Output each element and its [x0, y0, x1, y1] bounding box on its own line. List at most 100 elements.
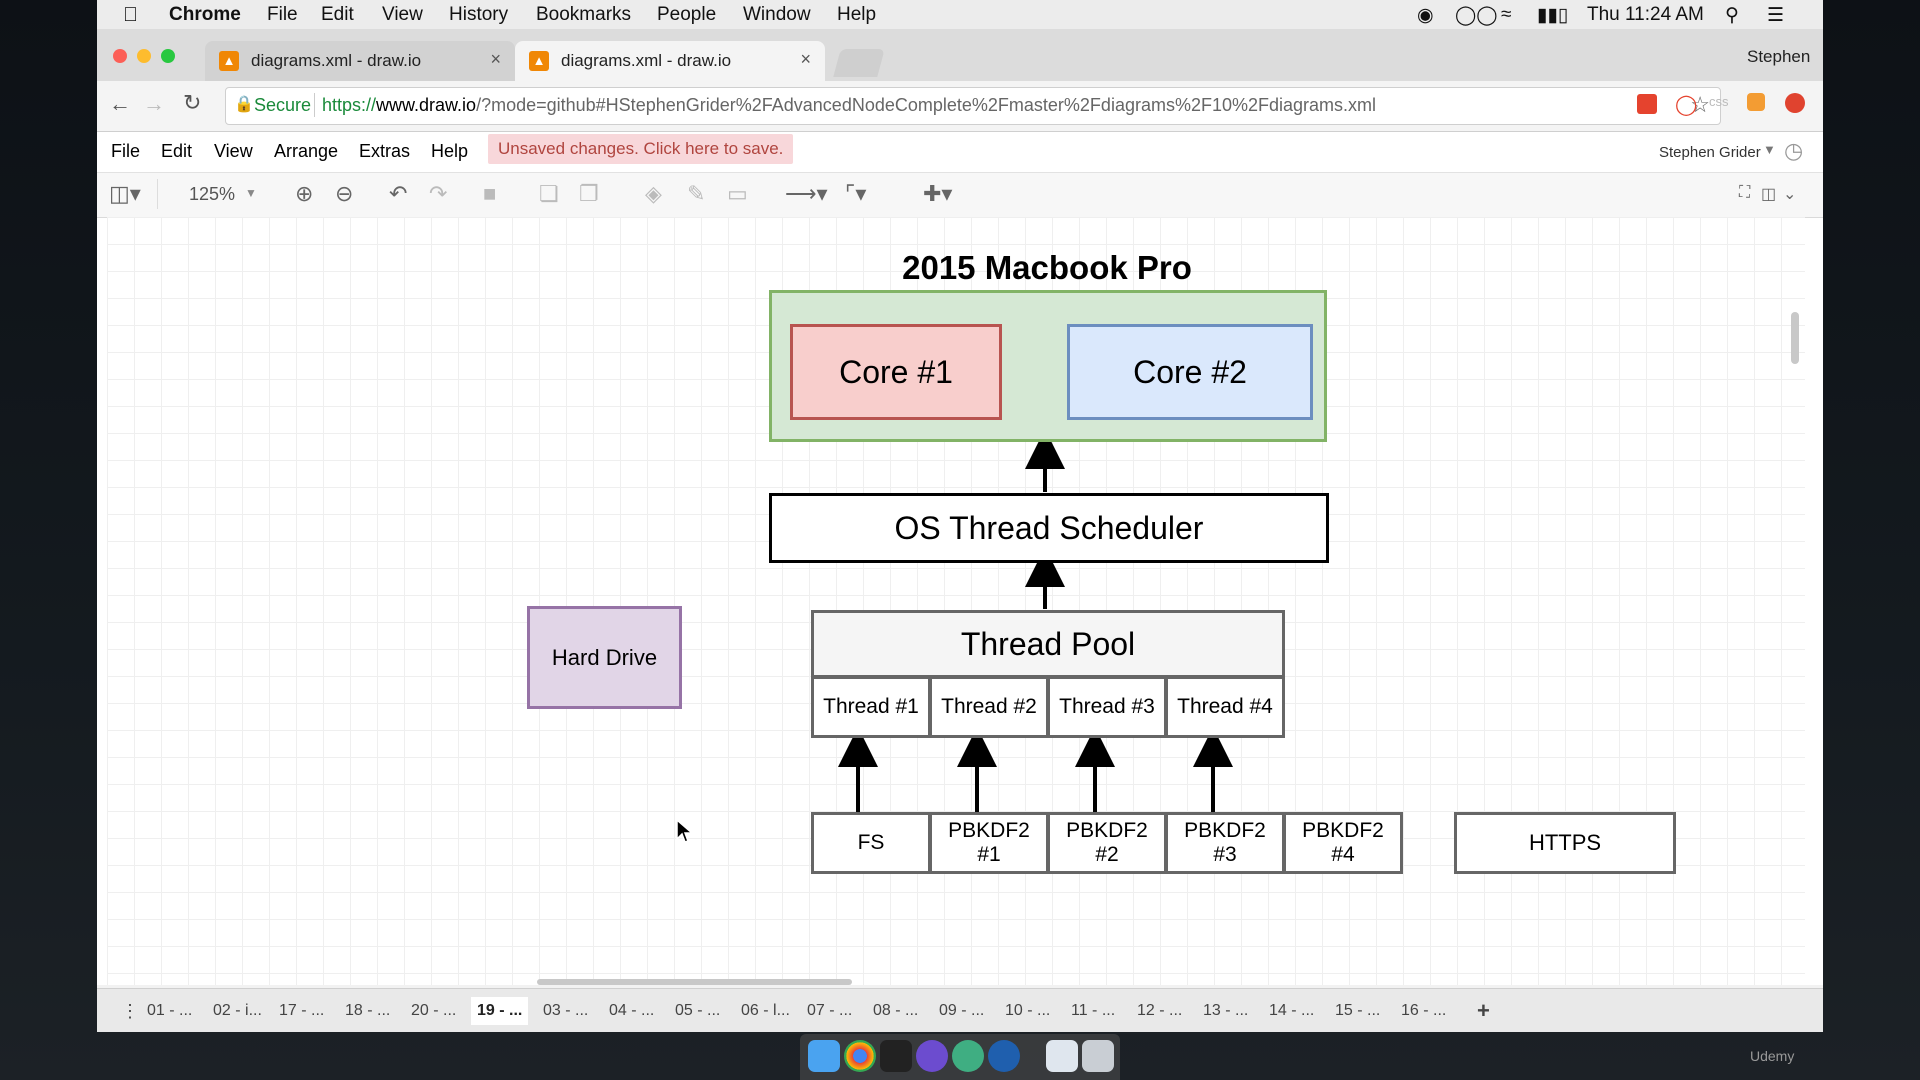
thread-3-box[interactable]: Thread #3 — [1047, 676, 1167, 738]
trash-icon[interactable] — [1082, 1040, 1114, 1072]
page-tab[interactable]: 07 - ... — [801, 997, 858, 1025]
unsaved-changes-button[interactable]: Unsaved changes. Click here to save. — [488, 134, 794, 164]
diagram-canvas[interactable]: 2015 Macbook Pro Core #1 Core #2 OS Thre… — [107, 217, 1805, 985]
page-tab[interactable]: 18 - ... — [339, 997, 396, 1025]
zoom-level[interactable]: 125% — [189, 184, 235, 205]
thread-pool-box[interactable]: Thread Pool — [811, 610, 1285, 678]
menubar-app-name[interactable]: Chrome — [169, 4, 241, 26]
zoom-out-icon[interactable]: ⊖ — [335, 181, 353, 207]
menubar-file[interactable]: File — [267, 4, 298, 26]
window-zoom-button[interactable] — [161, 49, 175, 63]
chrome-icon[interactable] — [844, 1040, 876, 1072]
toggle-format-panel-icon[interactable]: ◫ — [1761, 184, 1776, 204]
drawio-user-name[interactable]: Stephen Grider — [1659, 144, 1761, 161]
drawio-menu-arrange[interactable]: Arrange — [274, 141, 338, 162]
page-tab[interactable]: 10 - ... — [999, 997, 1056, 1025]
hard-drive-box[interactable]: Hard Drive — [527, 606, 682, 709]
connection-style-icon[interactable]: ⟶▾ — [785, 181, 828, 207]
task-pbkdf2-4-box[interactable]: PBKDF2 #4 — [1283, 812, 1403, 874]
zoom-in-icon[interactable]: ⊕ — [295, 181, 313, 207]
format-panel-icon[interactable]: ◫▾ — [109, 181, 141, 207]
extension-red-icon[interactable] — [1785, 93, 1805, 113]
page-tab[interactable]: 08 - ... — [867, 997, 924, 1025]
drawio-menu-help[interactable]: Help — [431, 141, 468, 162]
task-pbkdf2-2-box[interactable]: PBKDF2 #2 — [1047, 812, 1167, 874]
wifi-icon[interactable]: ≈ — [1501, 4, 1511, 26]
documents-folder-icon[interactable] — [1046, 1040, 1078, 1072]
page-tab[interactable]: 06 - l... — [735, 997, 796, 1025]
extension-opera-icon[interactable]: ◯ — [1675, 92, 1697, 117]
delete-icon[interactable]: ■ — [483, 181, 496, 207]
page-tab[interactable]: 13 - ... — [1197, 997, 1254, 1025]
notification-center-icon[interactable]: ☰ — [1767, 4, 1784, 27]
page-tab[interactable]: 05 - ... — [669, 997, 726, 1025]
task-pbkdf2-1-box[interactable]: PBKDF2 #1 — [929, 812, 1049, 874]
quicktime-icon[interactable] — [988, 1040, 1020, 1072]
page-tab[interactable]: 01 - ... — [141, 997, 198, 1025]
menubar-view[interactable]: View — [382, 4, 423, 26]
browser-tab-1[interactable]: ▲ diagrams.xml - draw.io × — [205, 41, 515, 81]
line-color-icon[interactable]: ✎ — [687, 181, 705, 207]
menubar-edit[interactable]: Edit — [321, 4, 354, 26]
page-tab[interactable]: 17 - ... — [273, 997, 330, 1025]
redo-icon[interactable]: ↷ — [429, 181, 447, 207]
menubar-people[interactable]: People — [657, 4, 716, 26]
page-tab[interactable]: 16 - ... — [1395, 997, 1452, 1025]
undo-icon[interactable]: ↶ — [389, 181, 407, 207]
to-back-icon[interactable]: ❐ — [579, 181, 599, 207]
task-fs-box[interactable]: FS — [811, 812, 931, 874]
spotlight-search-icon[interactable]: ⚲ — [1725, 4, 1739, 27]
reload-icon[interactable]: ↻ — [183, 90, 201, 116]
page-tab[interactable]: 04 - ... — [603, 997, 660, 1025]
collapse-toolbar-icon[interactable]: ⌄ — [1783, 184, 1796, 204]
atom-icon[interactable] — [952, 1040, 984, 1072]
core-2-box[interactable]: Core #2 — [1067, 324, 1313, 420]
thread-2-box[interactable]: Thread #2 — [929, 676, 1049, 738]
fill-color-icon[interactable]: ◈ — [645, 181, 662, 207]
address-bar[interactable]: 🔒 Secure https://www.draw.io/?mode=githu… — [225, 87, 1721, 125]
page-tab[interactable]: 12 - ... — [1131, 997, 1188, 1025]
close-tab-icon[interactable]: × — [800, 49, 811, 70]
drawio-menu-view[interactable]: View — [214, 141, 253, 162]
notes-pen-icon[interactable] — [916, 1040, 948, 1072]
page-tab[interactable]: 20 - ... — [405, 997, 462, 1025]
menubar-history[interactable]: History — [449, 4, 508, 26]
page-tab[interactable]: 09 - ... — [933, 997, 990, 1025]
shadow-icon[interactable]: ▭ — [727, 181, 748, 207]
thread-1-box[interactable]: Thread #1 — [811, 676, 931, 738]
browser-tab-2[interactable]: ▲ diagrams.xml - draw.io × — [515, 41, 825, 81]
menubar-bookmarks[interactable]: Bookmarks — [536, 4, 631, 26]
extension-fox-icon[interactable] — [1747, 93, 1765, 111]
menubar-clock[interactable]: Thu 11:24 AM — [1587, 4, 1704, 26]
drawio-menu-edit[interactable]: Edit — [161, 141, 192, 162]
terminal-icon[interactable] — [880, 1040, 912, 1072]
user-dropdown-icon[interactable]: ▼ — [1763, 142, 1776, 157]
waypoints-icon[interactable]: ⌜▾ — [845, 181, 866, 207]
fullscreen-icon[interactable]: ⛶ — [1739, 184, 1750, 202]
menubar-window[interactable]: Window — [743, 4, 811, 26]
thread-4-box[interactable]: Thread #4 — [1165, 676, 1285, 738]
drawio-menu-file[interactable]: File — [111, 141, 140, 162]
core-1-box[interactable]: Core #1 — [790, 324, 1002, 420]
close-tab-icon[interactable]: × — [490, 49, 501, 70]
drawio-menu-extras[interactable]: Extras — [359, 141, 410, 162]
forward-arrow-icon[interactable]: → — [143, 91, 165, 117]
window-close-button[interactable] — [113, 49, 127, 63]
to-front-icon[interactable]: ❏ — [539, 181, 559, 207]
page-tab-active[interactable]: 19 - ... — [471, 997, 529, 1025]
battery-icon[interactable]: ▮▮▯ — [1537, 4, 1568, 27]
back-arrow-icon[interactable]: ← — [109, 91, 131, 117]
new-tab-button[interactable] — [833, 49, 885, 77]
os-thread-scheduler-box[interactable]: OS Thread Scheduler — [769, 493, 1329, 563]
menubar-help[interactable]: Help — [837, 4, 876, 26]
screen-record-icon[interactable]: ◉ — [1417, 4, 1434, 27]
zoom-dropdown-icon[interactable]: ▼ — [245, 186, 257, 200]
insert-plus-icon[interactable]: ✚▾ — [923, 181, 952, 207]
page-tab[interactable]: 02 - i... — [207, 997, 268, 1025]
add-page-icon[interactable]: + — [1471, 997, 1496, 1025]
page-tab[interactable]: 03 - ... — [537, 997, 594, 1025]
task-pbkdf2-3-box[interactable]: PBKDF2 #3 — [1165, 812, 1285, 874]
language-globe-icon[interactable]: ◷ — [1784, 138, 1803, 164]
glasses-icon[interactable]: ◯◯ — [1455, 4, 1498, 27]
finder-icon[interactable] — [808, 1040, 840, 1072]
